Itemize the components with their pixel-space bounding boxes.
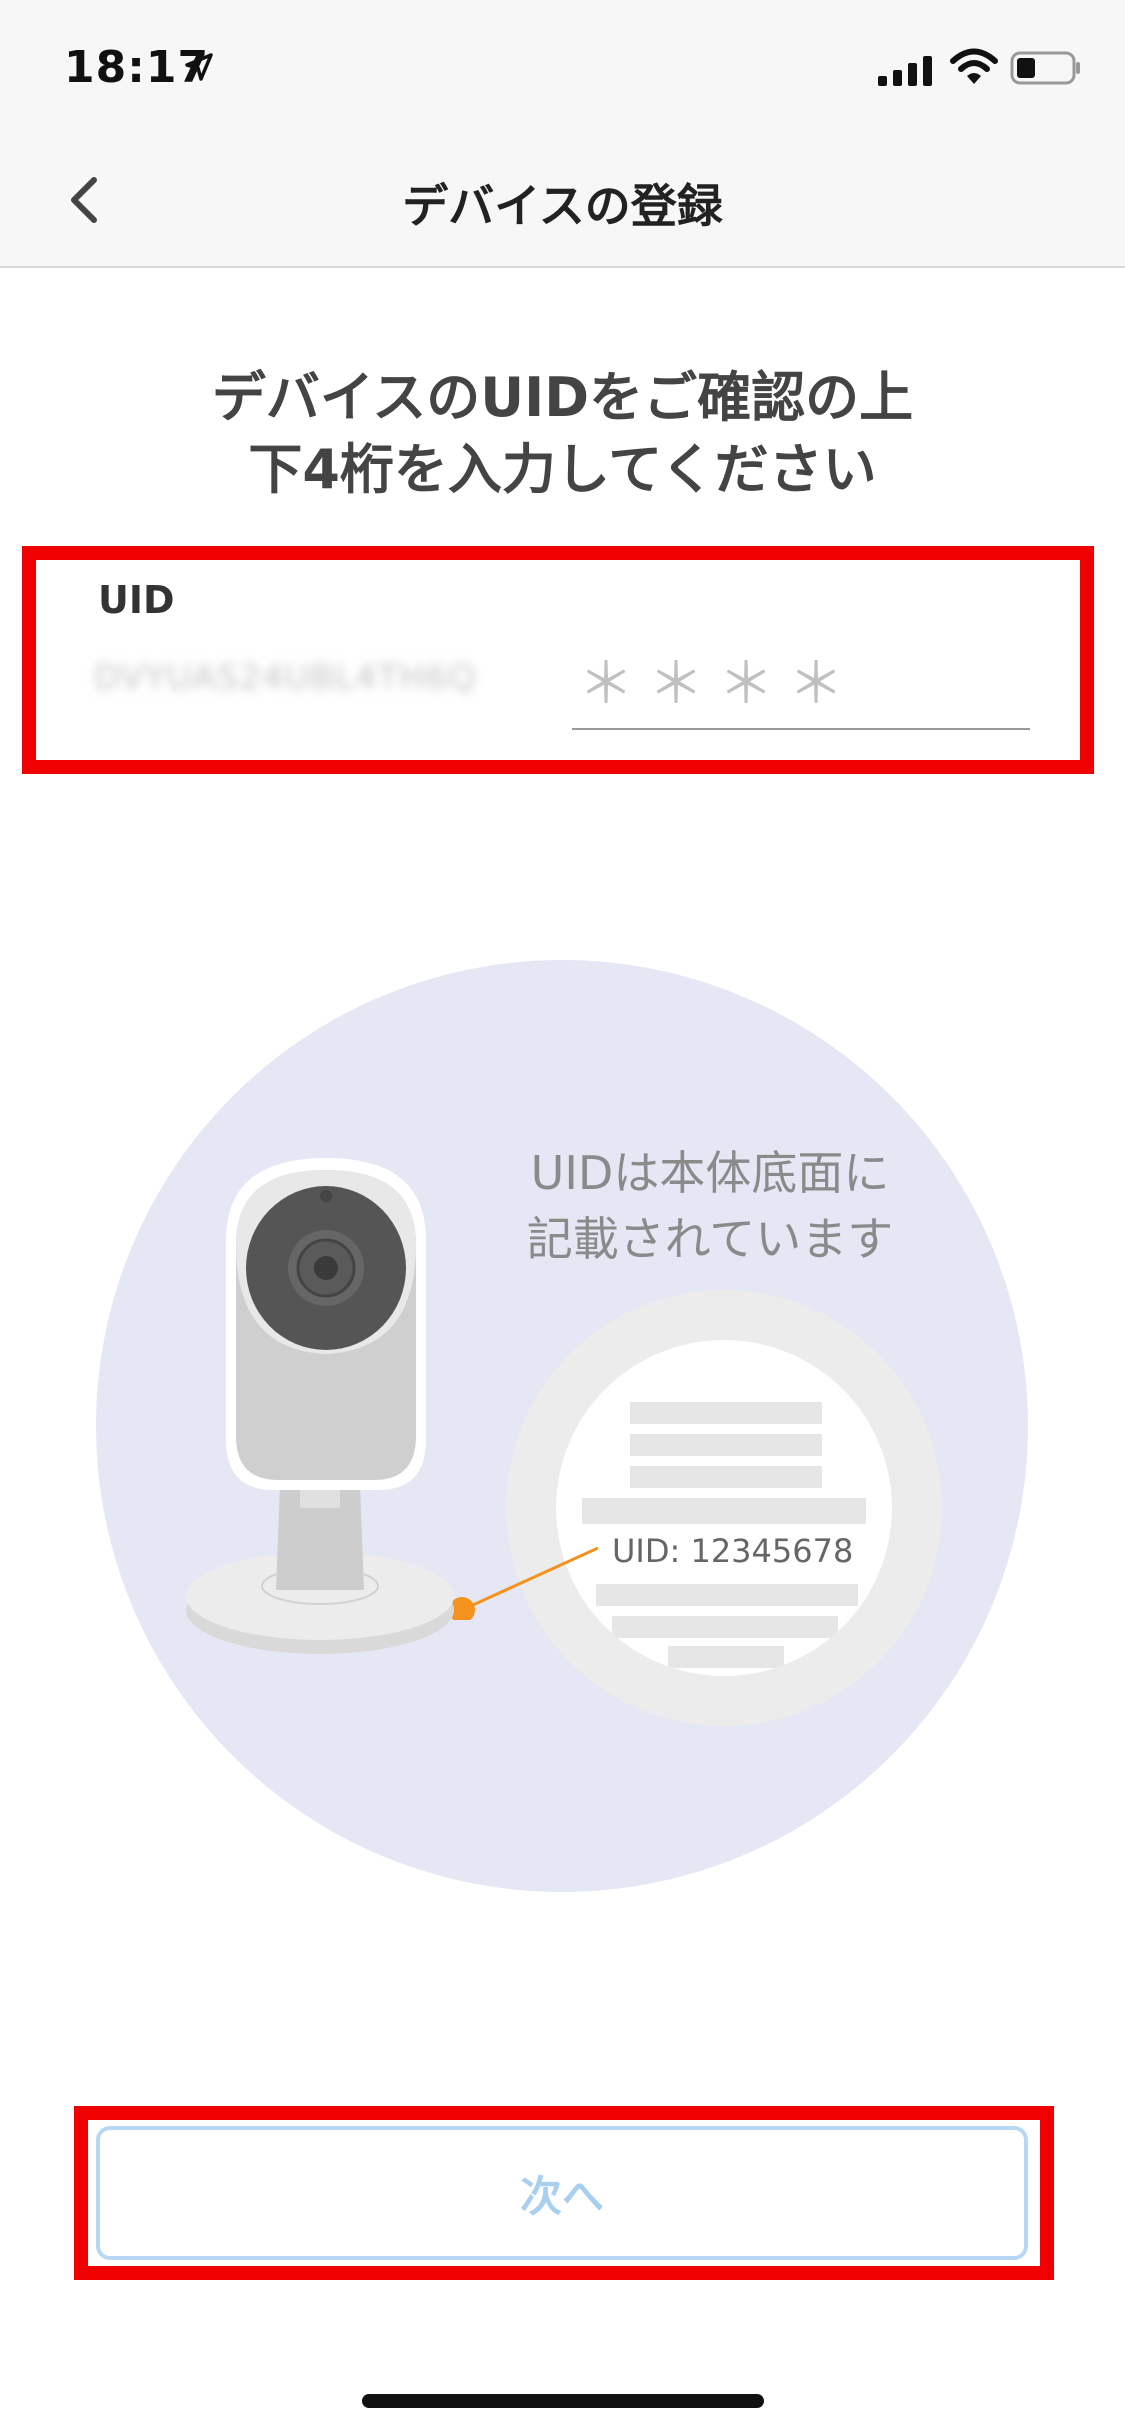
next-highlight-box <box>74 2106 1054 2280</box>
label-stripe <box>668 1646 784 1668</box>
instruction-line-2: 下4桁を入力してください <box>248 438 877 501</box>
hint-line-1: UIDは本体底面に <box>530 1146 890 1200</box>
cellular-signal-icon <box>878 56 932 86</box>
battery-icon <box>1010 51 1080 85</box>
instruction-line-1: デバイスのUIDをご確認の上 <box>211 366 914 429</box>
label-stripe <box>630 1466 822 1488</box>
home-indicator[interactable] <box>362 2394 764 2408</box>
uid-example-text: UID: 12345678 <box>612 1532 854 1570</box>
hint-line-2: 記載されています <box>526 1212 894 1266</box>
security-camera-icon <box>186 1158 454 1654</box>
label-sticker <box>556 1340 892 1676</box>
page-title: デバイスの登録 <box>402 179 723 233</box>
label-stripe <box>612 1616 838 1638</box>
uid-location-hint: UIDは本体底面に 記載されています <box>500 1140 920 1272</box>
label-stripe <box>630 1434 822 1456</box>
location-arrow-icon <box>185 53 213 81</box>
instruction-heading: デバイスのUIDをご確認の上 下4桁を入力してください <box>0 362 1125 506</box>
wifi-icon <box>950 48 998 84</box>
label-stripe <box>630 1402 822 1424</box>
uid-highlight-box <box>22 546 1094 774</box>
